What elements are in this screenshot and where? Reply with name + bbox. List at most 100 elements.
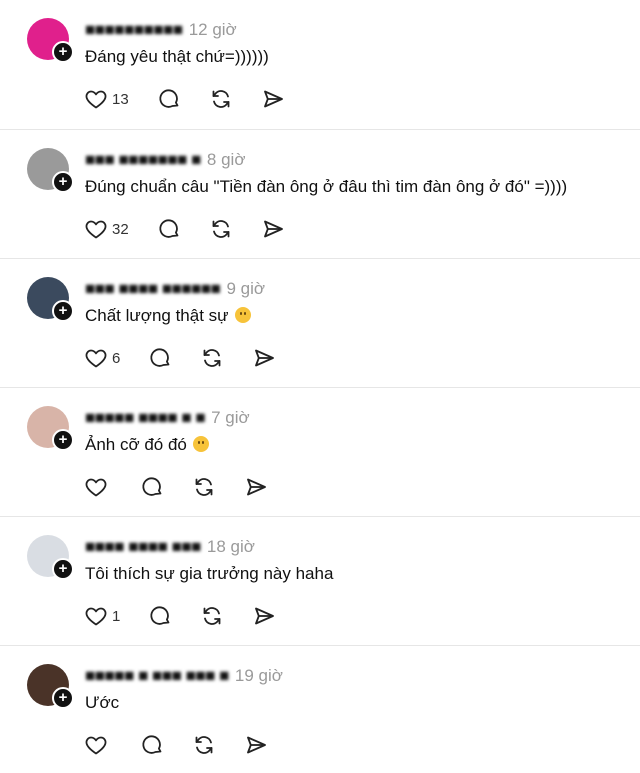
avatar[interactable]: + [27, 664, 74, 709]
follow-plus-icon[interactable]: + [52, 687, 74, 709]
like-button[interactable]: 1 [84, 604, 120, 628]
heart-icon [85, 220, 107, 239]
comment-header: ■■■■■■■■■■ 12 giờ [85, 18, 237, 42]
username[interactable]: ■■■■■ ■■■■ ■ ■ [85, 408, 206, 428]
follow-plus-icon[interactable]: + [52, 300, 74, 322]
comment-item: + ■■■ ■■■■■■■ ■ 8 giờ Đúng chuẩn câu "Ti… [0, 129, 640, 257]
like-button[interactable]: 32 [84, 217, 129, 241]
comment-text-content: Chất lượng thật sự [85, 306, 229, 325]
repost-button[interactable] [209, 217, 233, 241]
username[interactable]: ■■■■ ■■■■ ■■■ [85, 537, 201, 557]
emoji-wow-icon [192, 436, 209, 452]
avatar[interactable]: + [27, 18, 74, 63]
timestamp: 8 giờ [206, 150, 246, 169]
like-button[interactable]: 13 [84, 87, 129, 111]
heart-icon [85, 478, 107, 497]
heart-icon [85, 736, 107, 755]
reply-button[interactable] [157, 87, 181, 111]
share-button[interactable] [261, 217, 285, 241]
repost-icon [195, 478, 213, 496]
follow-plus-icon[interactable]: + [52, 429, 74, 451]
repost-icon [212, 220, 230, 238]
comment-header: ■■■■ ■■■■ ■■■ 18 giờ [85, 535, 255, 559]
comment-text: Đáng yêu thật chứ=)))))) [85, 47, 269, 67]
reply-button[interactable] [140, 475, 164, 499]
comment-text-content: Ảnh cỡ đó đó [85, 435, 187, 454]
username[interactable]: ■■■■■■■■■■ [85, 20, 183, 40]
send-icon [247, 736, 266, 754]
comment-text-content: Đáng yêu thật chứ=)))))) [85, 47, 269, 66]
timestamp: 18 giờ [206, 537, 255, 556]
comment-item: + ■■■■■ ■ ■■■ ■■■ ■ 19 giờ Ước [0, 645, 640, 773]
send-icon [247, 478, 266, 496]
like-button[interactable] [84, 475, 112, 499]
repost-button[interactable] [200, 346, 224, 370]
avatar[interactable]: + [27, 277, 74, 322]
share-button[interactable] [244, 733, 268, 757]
send-icon [263, 220, 283, 238]
repost-button[interactable] [209, 87, 233, 111]
action-bar: 6 [84, 345, 304, 371]
comment-text-content: Đúng chuẩn câu "Tiền đàn ông ở đâu thì t… [85, 177, 568, 196]
comment-header: ■■■■■ ■■■■ ■ ■ 7 giờ [85, 406, 250, 430]
repost-button[interactable] [192, 475, 216, 499]
follow-plus-icon[interactable]: + [52, 558, 74, 580]
share-button[interactable] [261, 87, 285, 111]
action-bar: 13 [84, 86, 313, 112]
comment-header: ■■■ ■■■■ ■■■■■■ 9 giờ [85, 277, 265, 301]
like-count: 6 [112, 349, 121, 367]
reply-button[interactable] [148, 346, 172, 370]
username[interactable]: ■■■ ■■■■■■■ ■ [85, 150, 201, 170]
heart-icon [85, 90, 107, 109]
action-bar: 32 [84, 216, 313, 242]
comment-text: Chất lượng thật sự [85, 306, 251, 326]
speech-bubble-icon [150, 606, 170, 625]
action-bar [84, 732, 296, 758]
timestamp: 9 giờ [226, 279, 265, 298]
username[interactable]: ■■■ ■■■■ ■■■■■■ [85, 279, 221, 299]
comment-header: ■■■■■ ■ ■■■ ■■■ ■ 19 giờ [85, 664, 283, 688]
speech-bubble-icon [159, 89, 179, 108]
username[interactable]: ■■■■■ ■ ■■■ ■■■ ■ [85, 666, 229, 686]
repost-button[interactable] [192, 733, 216, 757]
emoji-grin-icon [234, 307, 251, 323]
timestamp: 19 giờ [234, 666, 283, 685]
like-count: 32 [112, 220, 129, 238]
repost-icon [212, 90, 230, 108]
heart-icon [85, 349, 107, 368]
like-button[interactable]: 6 [84, 346, 120, 370]
timestamp: 12 giờ [188, 20, 237, 39]
comment-text: Ước [85, 693, 119, 713]
comment-text: Ảnh cỡ đó đó [85, 435, 209, 455]
follow-plus-icon[interactable]: + [52, 171, 74, 193]
like-count: 1 [112, 607, 121, 625]
avatar[interactable]: + [27, 406, 74, 451]
comment-item: + ■■■ ■■■■ ■■■■■■ 9 giờ Chất lượng thật … [0, 258, 640, 386]
repost-button[interactable] [200, 604, 224, 628]
heart-icon [85, 607, 107, 626]
comment-header: ■■■ ■■■■■■■ ■ 8 giờ [85, 148, 245, 172]
comment-item: + ■■■■■ ■■■■ ■ ■ 7 giờ Ảnh cỡ đó đó [0, 387, 640, 515]
like-count: 13 [112, 90, 129, 108]
share-button[interactable] [244, 475, 268, 499]
speech-bubble-icon [142, 735, 162, 754]
speech-bubble-icon [159, 219, 179, 238]
speech-bubble-icon [150, 348, 170, 367]
comment-text-content: Tôi thích sự gia trưởng này haha [85, 564, 334, 583]
avatar[interactable]: + [27, 535, 74, 580]
action-bar [84, 474, 296, 500]
speech-bubble-icon [142, 477, 162, 496]
like-button[interactable] [84, 733, 112, 757]
comment-item: + ■■■■ ■■■■ ■■■ 18 giờ Tôi thích sự gia … [0, 516, 640, 644]
comment-text: Đúng chuẩn câu "Tiền đàn ông ở đâu thì t… [85, 177, 567, 197]
follow-plus-icon[interactable]: + [52, 41, 74, 63]
reply-button[interactable] [148, 604, 172, 628]
reply-button[interactable] [157, 217, 181, 241]
reply-button[interactable] [140, 733, 164, 757]
comment-item: + ■■■■■■■■■■ 12 giờ Đáng yêu thật chứ=))… [0, 0, 640, 128]
share-button[interactable] [252, 604, 276, 628]
share-button[interactable] [252, 346, 276, 370]
avatar[interactable]: + [27, 148, 74, 193]
repost-icon [203, 349, 221, 367]
timestamp: 7 giờ [211, 408, 250, 427]
